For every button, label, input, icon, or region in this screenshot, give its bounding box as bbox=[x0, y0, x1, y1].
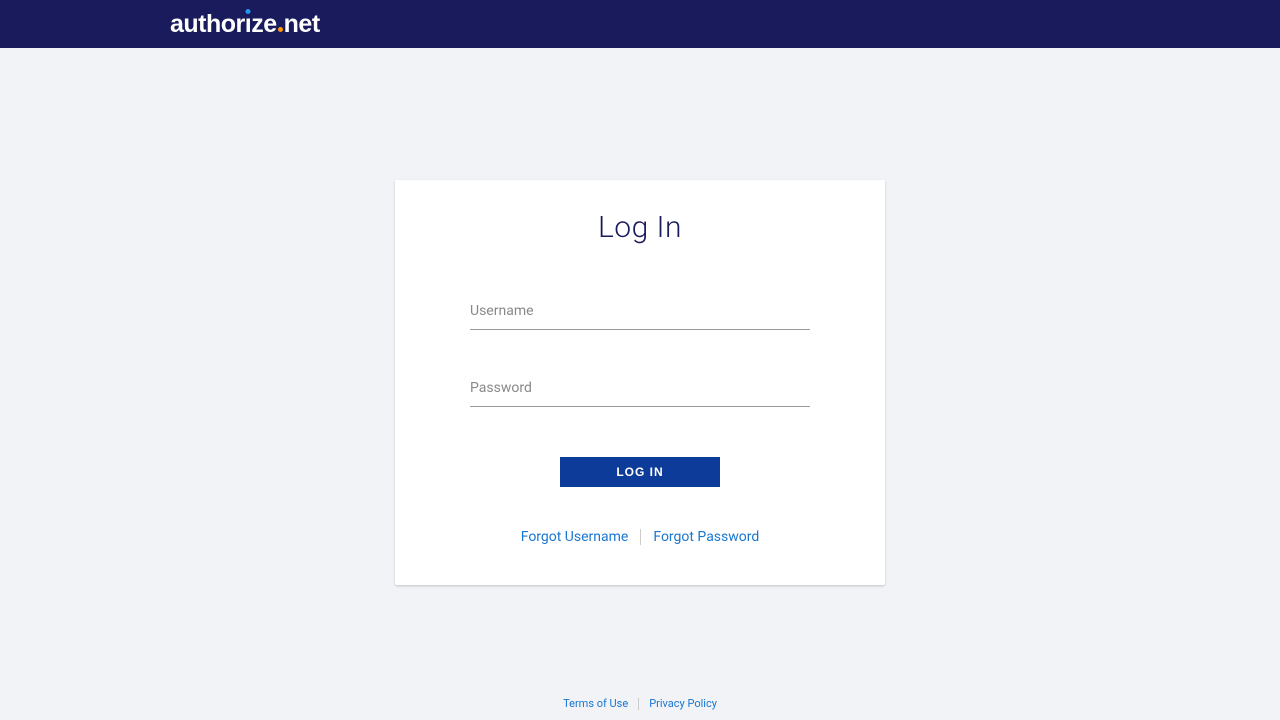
terms-of-use-link[interactable]: Terms of Use bbox=[553, 697, 638, 710]
logo-text-part3: ze bbox=[251, 10, 276, 39]
forgot-username-link[interactable]: Forgot Username bbox=[509, 529, 641, 545]
main-content: Log In Username Password LOG IN Forgot U… bbox=[0, 48, 1280, 585]
forgot-password-link[interactable]: Forgot Password bbox=[641, 529, 771, 545]
username-field-wrapper: Username bbox=[470, 303, 810, 330]
footer: Terms of Use Privacy Policy bbox=[0, 697, 1280, 710]
logo-text-part4: net bbox=[284, 10, 320, 39]
login-card: Log In Username Password LOG IN Forgot U… bbox=[395, 180, 885, 585]
username-input[interactable] bbox=[470, 303, 810, 330]
header: authorızenet bbox=[0, 0, 1280, 48]
password-input[interactable] bbox=[470, 380, 810, 407]
orange-dot-icon bbox=[278, 27, 283, 32]
logo-letter-i: ı bbox=[245, 10, 251, 39]
privacy-policy-link[interactable]: Privacy Policy bbox=[639, 697, 727, 710]
forgot-links: Forgot Username Forgot Password bbox=[470, 529, 810, 545]
logo-text-part1: author bbox=[170, 10, 245, 39]
blue-dot-icon bbox=[246, 9, 251, 14]
login-button[interactable]: LOG IN bbox=[560, 457, 720, 487]
password-field-wrapper: Password bbox=[470, 380, 810, 407]
login-title: Log In bbox=[470, 210, 810, 245]
brand-logo: authorızenet bbox=[170, 10, 320, 39]
